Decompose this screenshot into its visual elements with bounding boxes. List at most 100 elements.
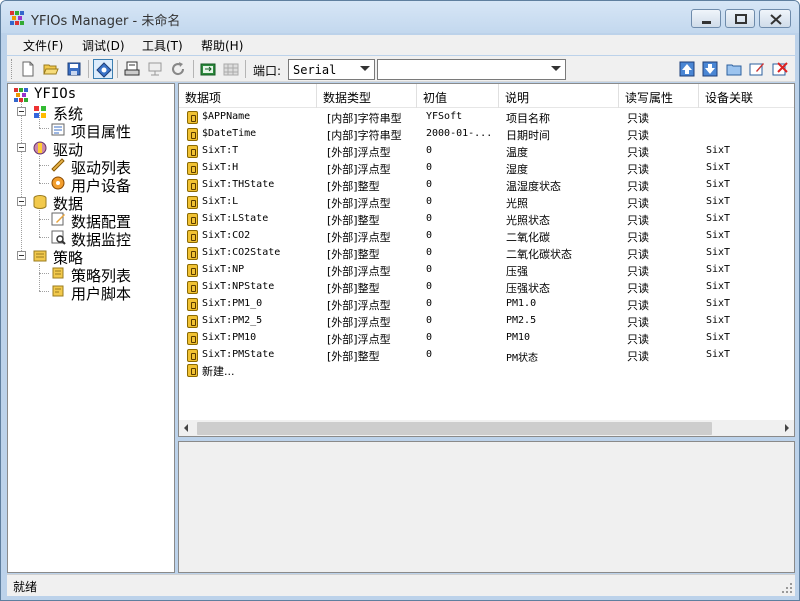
column-header-type[interactable]: 数据类型	[317, 84, 417, 108]
table-row[interactable]: SixT:LState [外部]整型 0 光照状态 只读 SixT	[179, 211, 794, 228]
cell-access: 只读	[627, 112, 649, 125]
cell-access: 只读	[627, 197, 649, 210]
table-row[interactable]: SixT:NPState [外部]整型 0 压强状态 只读 SixT	[179, 279, 794, 296]
cell-device: SixT	[706, 213, 731, 224]
project-tree[interactable]: YFIOs 系统 项目属性 驱动 驱动列表 用户设备 数据 数据配置 数据监控 …	[7, 83, 175, 573]
menu-help[interactable]: 帮助(H)	[201, 37, 243, 54]
new-item-row[interactable]: 新建...	[179, 362, 794, 379]
cell-access: 只读	[627, 214, 649, 227]
move-down-button[interactable]	[700, 59, 720, 79]
tree-expander-data[interactable]	[17, 197, 26, 206]
cell-name: $APPName	[202, 111, 251, 122]
app-icon	[14, 88, 28, 102]
table-row[interactable]: SixT:CO2State [外部]整型 0 二氧化碳状态 只读 SixT	[179, 245, 794, 262]
variable-icon	[187, 298, 198, 311]
grid-button[interactable]	[221, 59, 241, 79]
minimize-button[interactable]	[691, 9, 721, 28]
save-button[interactable]	[64, 59, 84, 79]
cell-name: SixT:PM1_0	[202, 298, 263, 309]
connect-button[interactable]	[93, 59, 113, 79]
cell-initial: 0	[426, 315, 433, 326]
tree-expander-driver[interactable]	[17, 143, 26, 152]
variable-icon	[187, 315, 198, 328]
cell-access: 只读	[627, 180, 649, 193]
table-row[interactable]: SixT:T [外部]浮点型 0 温度 只读 SixT	[179, 143, 794, 160]
tree-expander-system[interactable]	[17, 107, 26, 116]
cell-device: SixT	[706, 332, 731, 343]
table-row[interactable]: SixT:PM10 [外部]浮点型 0 PM10 只读 SixT	[179, 330, 794, 347]
cell-device: SixT	[706, 230, 731, 241]
column-header-access[interactable]: 读写属性	[619, 84, 699, 108]
toolbar-grip[interactable]	[11, 59, 14, 79]
column-header-name[interactable]: 数据项	[179, 84, 317, 108]
cell-access: 只读	[627, 231, 649, 244]
open-file-button[interactable]	[41, 59, 61, 79]
cell-access: 只读	[627, 248, 649, 261]
folder-icon	[726, 64, 742, 76]
folder-button[interactable]	[724, 59, 744, 79]
table-row[interactable]: SixT:L [外部]浮点型 0 光照 只读 SixT	[179, 194, 794, 211]
table-row[interactable]: SixT:NP [外部]浮点型 0 压强 只读 SixT	[179, 262, 794, 279]
window-title: YFIOs Manager - 未命名	[31, 14, 181, 29]
cell-type: [外部]浮点型	[327, 146, 391, 159]
cell-type: [外部]浮点型	[327, 163, 391, 176]
arrow-up-icon	[679, 61, 695, 77]
column-header-description[interactable]: 说明	[499, 84, 619, 108]
menu-file[interactable]: 文件(F)	[23, 37, 63, 54]
strategy-icon	[33, 250, 47, 262]
title-bar[interactable]: YFIOs Manager - 未命名	[1, 1, 799, 33]
cell-description: PM10	[506, 332, 531, 343]
menu-debug[interactable]: 调试(D)	[82, 37, 125, 54]
scrollbar-thumb[interactable]	[197, 422, 712, 435]
cell-access: 只读	[627, 316, 649, 329]
properties-icon	[51, 123, 65, 136]
edit-icon	[749, 63, 764, 76]
cell-description: 日期时间	[506, 129, 550, 142]
variable-icon	[187, 111, 198, 124]
port-select[interactable]: Serial	[288, 59, 375, 80]
cell-initial: 0	[426, 349, 433, 360]
scroll-left-icon[interactable]	[184, 424, 188, 432]
cell-device: SixT	[706, 281, 731, 292]
column-header-initial[interactable]: 初值	[417, 84, 499, 108]
horizontal-scrollbar[interactable]	[179, 420, 794, 436]
table-row[interactable]: SixT:CO2 [外部]浮点型 0 二氧化碳 只读 SixT	[179, 228, 794, 245]
refresh-button[interactable]	[168, 59, 188, 79]
edit-button[interactable]	[747, 59, 767, 79]
maximize-button[interactable]	[725, 9, 755, 28]
arrow-down-icon	[702, 61, 718, 77]
cell-device: SixT	[706, 298, 731, 309]
cell-device: SixT	[706, 162, 731, 173]
resize-grip-icon[interactable]	[781, 582, 793, 594]
table-row[interactable]: SixT:PM1_0 [外部]浮点型 0 PM1.0 只读 SixT	[179, 296, 794, 313]
move-up-button[interactable]	[677, 59, 697, 79]
tree-root-label[interactable]: YFIOs	[34, 86, 76, 102]
cell-description: 二氧化碳	[506, 231, 550, 244]
cell-name: SixT:NP	[202, 264, 245, 275]
download-button[interactable]	[122, 59, 142, 79]
folder-open-icon	[43, 64, 59, 75]
tree-item-user-script[interactable]: 用户脚本	[71, 283, 131, 304]
export-button[interactable]	[198, 59, 218, 79]
table-row[interactable]: $APPName [内部]字符串型 YFSoft 项目名称 只读	[179, 109, 794, 126]
cell-type: [内部]字符串型	[327, 129, 402, 142]
cell-access: 只读	[627, 299, 649, 312]
delete-button[interactable]	[770, 59, 790, 79]
table-row[interactable]: SixT:H [外部]浮点型 0 湿度 只读 SixT	[179, 160, 794, 177]
column-header-device[interactable]: 设备关联	[699, 84, 794, 108]
menu-tools[interactable]: 工具(T)	[142, 37, 183, 54]
tree-expander-strategy[interactable]	[17, 251, 26, 260]
data-item-list[interactable]: 数据项 数据类型 初值 说明 读写属性 设备关联 $APPName [内部]字符串…	[178, 83, 795, 437]
new-file-button[interactable]	[18, 59, 38, 79]
monitor-button[interactable]	[145, 59, 165, 79]
close-button[interactable]	[759, 9, 791, 28]
table-row[interactable]: SixT:PM2_5 [外部]浮点型 0 PM2.5 只读 SixT	[179, 313, 794, 330]
output-panel[interactable]	[178, 441, 795, 573]
cell-type: [外部]整型	[327, 214, 380, 227]
table-row[interactable]: SixT:THState [外部]整型 0 温湿度状态 只读 SixT	[179, 177, 794, 194]
address-select[interactable]	[377, 59, 566, 80]
table-row[interactable]: $DateTime [内部]字符串型 2000-01-... 日期时间 只读	[179, 126, 794, 143]
cell-name: SixT:PMState	[202, 349, 275, 360]
scroll-right-icon[interactable]	[785, 424, 789, 432]
cell-type: [外部]整型	[327, 282, 380, 295]
